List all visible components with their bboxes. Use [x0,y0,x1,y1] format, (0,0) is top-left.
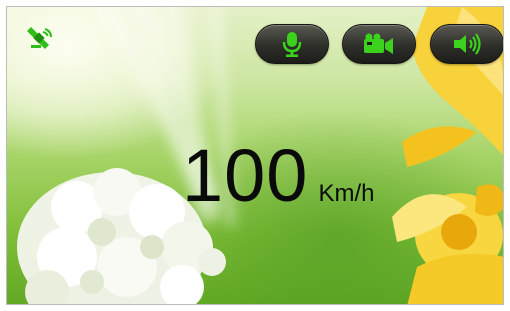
speed-value: 100 [182,134,309,217]
video-camera-icon [364,33,393,54]
speed-readout: 100 Km/h [182,139,374,213]
volume-button[interactable] [430,24,503,64]
satellite-gps-icon [27,27,52,49]
speaker-volume-icon [454,33,481,55]
camera-button[interactable] [342,24,416,64]
microphone-icon [282,32,302,57]
speed-unit: Km/h [318,180,375,207]
microphone-button[interactable] [255,24,329,64]
dashboard-screen: 100 Km/h [6,6,504,305]
